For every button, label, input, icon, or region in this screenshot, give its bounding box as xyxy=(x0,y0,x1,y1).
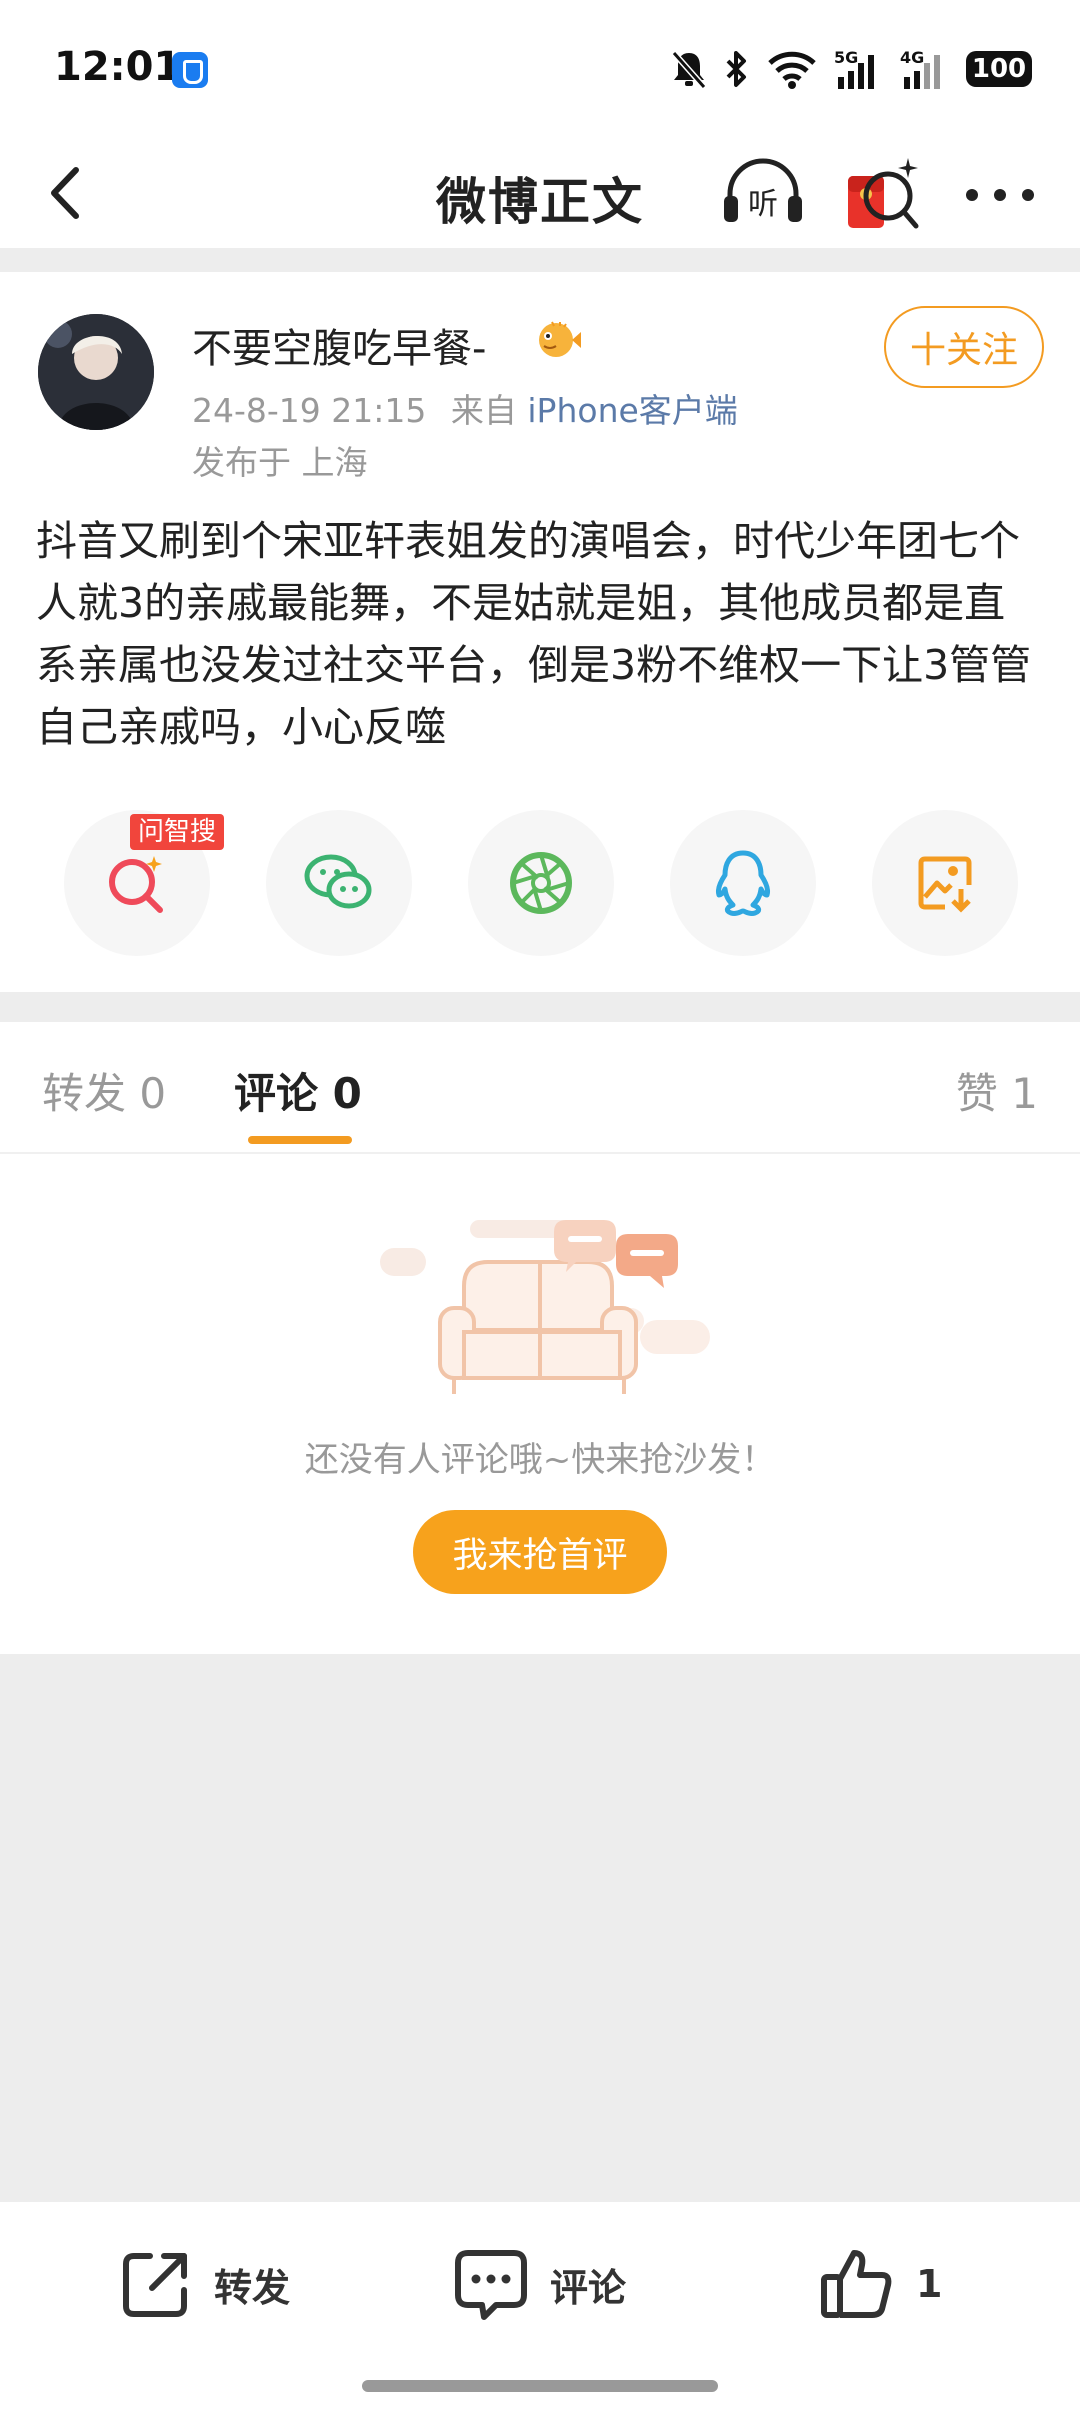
status-time: 12:01 xyxy=(54,44,182,90)
shield-icon xyxy=(172,52,208,88)
status-bar: 12:01 5G 4G 100 xyxy=(0,0,1080,140)
repost-label: 转发 xyxy=(214,2265,291,2310)
post-location: 发布于 上海 xyxy=(192,443,368,482)
follow-button[interactable]: 十关注 xyxy=(884,306,1044,388)
pufferfish-badge-icon xyxy=(539,321,581,357)
bottom-action-bar: 转发 评论 1 xyxy=(0,2202,1080,2412)
comment-button[interactable]: 评论 xyxy=(452,2244,626,2324)
home-indicator[interactable] xyxy=(362,2380,718,2392)
post-text: 抖音又刷到个宋亚轩表姐发的演唱会，时代少年团七个人就3的亲戚最能舞，不是姑就是姐… xyxy=(36,517,1032,751)
like-count: 1 xyxy=(916,2262,943,2306)
save-image-icon xyxy=(918,856,972,913)
post-source: 来自 iPhone客户端 xyxy=(451,391,738,430)
share-wechat-button[interactable] xyxy=(266,810,412,956)
bell-off-icon xyxy=(671,51,707,89)
share-moments-button[interactable] xyxy=(468,810,614,956)
empty-comments-message: 还没有人评论哦~快来抢沙发！ xyxy=(304,1440,776,1480)
svg-text:听: 听 xyxy=(748,187,778,222)
tab-active-indicator xyxy=(248,1136,352,1144)
status-indicators: 5G 4G 100 xyxy=(670,44,1032,94)
share-qq-button[interactable] xyxy=(670,810,816,956)
ai-search-tag: 问智搜 xyxy=(130,814,225,850)
comment-bubble-icon xyxy=(455,2250,527,2320)
signal-4g-icon: 4G xyxy=(900,48,940,89)
svg-text:5G: 5G xyxy=(834,48,858,67)
empty-sofa-illustration xyxy=(380,1220,710,1394)
post-card: 不要空腹吃早餐- 24-8-19 21:15 来自 iPhone客户端 发布于 … xyxy=(0,272,1080,992)
repost-button[interactable]: 转发 xyxy=(118,2244,290,2324)
first-comment-button[interactable]: 我来抢首评 xyxy=(413,1510,667,1594)
signal-5g-icon: 5G xyxy=(834,48,874,89)
author-name[interactable]: 不要空腹吃早餐- xyxy=(192,316,486,374)
moments-aperture-icon xyxy=(510,852,572,914)
battery-indicator: 100 xyxy=(966,51,1032,87)
post-date: 24-8-19 21:15 xyxy=(192,391,427,430)
like-button[interactable]: 1 xyxy=(818,2244,942,2324)
tab-like[interactable]: 赞 1 xyxy=(956,1060,1038,1121)
interactions-card: 转发 0 评论 0 赞 1 还没有人评论哦~快来抢沙发！ 我来抢首评 xyxy=(0,1022,1080,1654)
wifi-icon xyxy=(768,51,816,89)
tab-comment[interactable]: 评论 0 xyxy=(234,1060,362,1121)
svg-text:4G: 4G xyxy=(900,48,924,67)
wechat-icon xyxy=(304,854,372,909)
red-envelope-search-icon[interactable] xyxy=(842,150,922,236)
author-avatar[interactable] xyxy=(38,314,154,430)
ai-search-icon xyxy=(109,856,163,913)
top-nav-bar: 微博正文 听 xyxy=(0,140,1080,248)
share-arrow-icon xyxy=(123,2253,187,2317)
headphones-listen-icon[interactable]: 听 xyxy=(718,152,808,232)
save-image-button[interactable] xyxy=(872,810,1018,956)
thumbs-up-icon xyxy=(821,2250,892,2318)
qq-penguin-icon xyxy=(716,850,770,917)
comment-label: 评论 xyxy=(550,2265,627,2310)
source-client[interactable]: iPhone客户端 xyxy=(527,391,737,430)
bluetooth-icon xyxy=(726,51,746,87)
post-meta: 24-8-19 21:15 来自 iPhone客户端 xyxy=(192,384,738,432)
more-options-icon[interactable] xyxy=(960,170,1040,220)
tab-repost[interactable]: 转发 0 xyxy=(42,1060,166,1121)
tabs-divider xyxy=(0,1152,1080,1154)
source-prefix: 来自 xyxy=(450,391,517,430)
